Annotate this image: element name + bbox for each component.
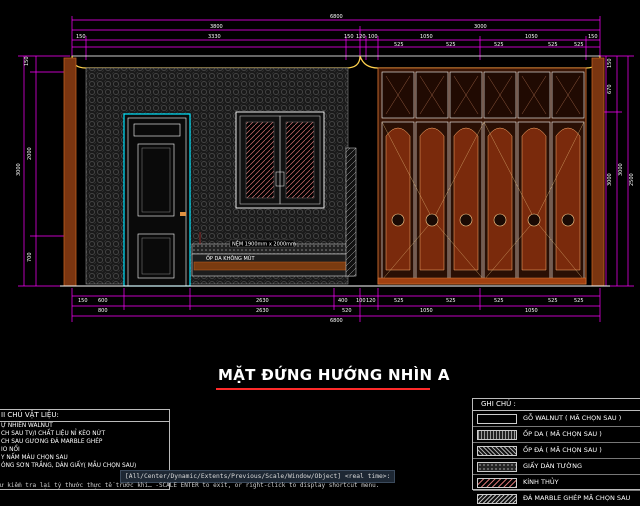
- window[interactable]: [235, 111, 325, 209]
- dim-bot-r2-a: 800: [98, 308, 108, 314]
- left-dimensions: [18, 55, 70, 287]
- left-wood-column: [63, 57, 77, 287]
- dim-top-right: 3000: [474, 24, 487, 30]
- dim-right-e: 150: [607, 58, 613, 68]
- legend-left-row: CH SAU GƯƠNG ĐÁ MARBLE GHÉP: [1, 439, 103, 445]
- dim-bot-r1-d: 400: [338, 298, 348, 304]
- dim-left-b: 2000: [27, 147, 33, 160]
- marble-swatch-icon: [477, 494, 517, 504]
- dim-right-b: 3000: [607, 173, 613, 186]
- dim-left-c: 700: [27, 252, 33, 262]
- right-dim-text: 670 3000 3000 2500 150: [607, 58, 635, 186]
- door[interactable]: [123, 113, 191, 287]
- legend-right-row: ĐÁ MARBLE GHÉP MÃ CHỌN SAU: [473, 491, 640, 506]
- legend-left-row: Y NẤM MÀU CHỌN SAU: [1, 455, 68, 461]
- dim-top-r3-d: 120: [356, 34, 366, 40]
- dim-top-r3-g: 1050: [525, 34, 538, 40]
- dim-bot-r2-b: 2630: [256, 308, 269, 314]
- bottom-dimensions: [71, 288, 601, 322]
- dim-top-r4-d: 525: [548, 42, 558, 48]
- dim-bot-r1-k: 525: [574, 298, 584, 304]
- dim-bot-r1-f: 120: [366, 298, 376, 304]
- legend-right-label: ỐP DA ( MÃ CHỌN SAU ): [523, 430, 602, 438]
- dim-bot-r1-h: 525: [446, 298, 456, 304]
- legend-right-label: ĐÁ MARBLE GHÉP MÃ CHỌN SAU: [523, 494, 631, 502]
- wallpaper-swatch-icon: [477, 462, 517, 472]
- dim-bot-r2-d: 1050: [420, 308, 433, 314]
- dim-top-r3-a: 150: [76, 34, 86, 40]
- legend-left-row: ÓNG SƠN TRẮNG, DÁN GIẤY( MẪU CHỌN SAU): [1, 463, 137, 469]
- legend-right-row: ỐP ĐÁ ( MÃ CHỌN SAU ): [473, 443, 640, 459]
- dim-left-a: 150: [24, 56, 30, 66]
- dim-bot-r1-g: 525: [394, 298, 404, 304]
- side-marble-panel: [345, 147, 357, 277]
- materials-legend-right: GHI CHÚ : GỖ WALNUT ( MÃ CHỌN SAU ) ỐP D…: [472, 398, 640, 504]
- dim-top-r4-c: 525: [494, 42, 504, 48]
- wardrobe[interactable]: [377, 67, 587, 285]
- dim-top-r4-e: 525: [574, 42, 584, 48]
- dim-bot-r1-b: 600: [98, 298, 108, 304]
- wood-swatch-icon: [477, 414, 517, 424]
- legend-right-label: GIẤY DÁN TƯỜNG: [523, 462, 583, 470]
- dim-bot-r2-c: 520: [342, 308, 352, 314]
- dim-bot-r1-i: 525: [494, 298, 504, 304]
- dim-bot-r2-e: 1050: [525, 308, 538, 314]
- dim-right-a: 670: [607, 84, 613, 94]
- dim-top-r3-f: 1050: [420, 34, 433, 40]
- right-wood-column: [591, 57, 605, 287]
- dim-top-left: 3800: [210, 24, 223, 30]
- legend-left-row: Ự NHIÊN WALNUT: [1, 423, 53, 429]
- leather-swatch-icon: [477, 430, 517, 440]
- dim-right-c: 3000: [618, 163, 624, 176]
- headboard-callout: ỐP DA KHÔNG MÚT: [206, 254, 255, 262]
- legend-right-row: ỐP DA ( MÃ CHỌN SAU ): [473, 427, 640, 443]
- ceiling-cornice-left: [71, 55, 361, 69]
- left-dim-text: 150 2000 700 3000: [16, 56, 33, 262]
- dim-bot-r1-j: 525: [548, 298, 558, 304]
- legend-right-row: GIẤY DÁN TƯỜNG: [473, 459, 640, 475]
- dim-top-r3-c: 150: [344, 34, 354, 40]
- top-dimensions: [71, 16, 601, 60]
- dim-top-r4-b: 525: [446, 42, 456, 48]
- door-handle-icon: [180, 212, 186, 216]
- title-underline: [216, 388, 430, 390]
- legend-right-label: ỐP ĐÁ ( MÃ CHỌN SAU ): [523, 446, 602, 454]
- dim-left-d: 3000: [16, 163, 22, 176]
- legend-right-label: GỖ WALNUT ( MÃ CHỌN SAU ): [523, 414, 622, 422]
- dim-bot-r1-c: 2630: [256, 298, 269, 304]
- mirror-callout: NỆM 1900mm x 2000mm: [232, 240, 296, 248]
- drawing-title: MẶT ĐỨNG HƯỚNG NHÌN A: [218, 366, 450, 384]
- legend-right-row: GỖ WALNUT ( MÃ CHỌN SAU ): [473, 411, 640, 427]
- legend-left-row: CH SAU TV/I CHẤT LIỆU NỈ KÈO NỨT: [1, 431, 106, 437]
- legend-left-header: II CHÚ VẬT LIỆU:: [0, 410, 169, 422]
- legend-right-header: GHI CHÚ :: [473, 399, 640, 411]
- dim-top-r3-e: 100: [368, 34, 378, 40]
- dim-bot-r1-e: 100: [356, 298, 366, 304]
- top-dim-text: 6800 3800 3000 150 3330 150 120 100 1050…: [76, 14, 598, 48]
- bottom-dim-text: 150 600 2630 400 100 120 525 525 525 525…: [78, 298, 584, 324]
- dim-top-r3-b: 3330: [208, 34, 221, 40]
- dim-top-r4-a: 525: [394, 42, 404, 48]
- dim-right-d: 2500: [629, 173, 635, 186]
- dim-bot-r1-a: 150: [78, 298, 88, 304]
- dim-overall-top: 6800: [330, 14, 343, 20]
- dim-top-r3-h: 150: [588, 34, 598, 40]
- stone-swatch-icon: [477, 446, 517, 456]
- legend-left-row: IO NỔI: [1, 447, 20, 453]
- dim-overall-bottom: 6800: [330, 318, 343, 324]
